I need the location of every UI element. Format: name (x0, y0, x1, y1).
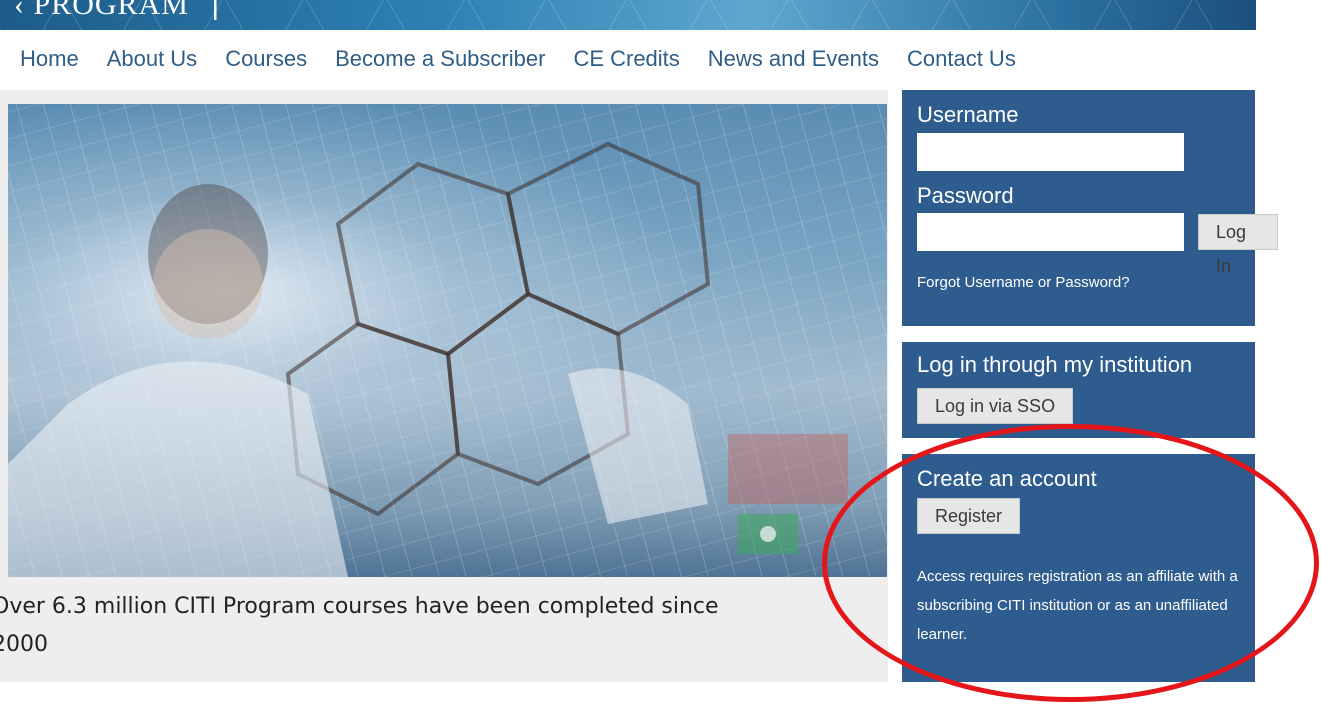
login-button[interactable]: Log In (1198, 214, 1278, 276)
hero-caption-line: 2000 (0, 632, 48, 657)
logo-mark-icon: ‹ (14, 0, 25, 21)
logo-divider: | (211, 0, 221, 21)
sso-panel: Log in through my institution Log in via… (902, 342, 1255, 438)
username-input[interactable] (917, 133, 1184, 171)
password-input[interactable] (917, 213, 1184, 251)
sso-heading: Log in through my institution (917, 352, 1193, 377)
nav-courses[interactable]: Courses (225, 44, 307, 74)
nav-ce-credits[interactable]: CE Credits (573, 44, 679, 74)
sso-login-button[interactable]: Log in via SSO (917, 388, 1074, 424)
password-label: Password (917, 183, 1014, 208)
nav-home[interactable]: Home (20, 44, 79, 74)
top-banner: ‹ PROGRAM | (0, 0, 1256, 30)
login-panel: Username Password Log In Forgot Username… (902, 90, 1278, 326)
nav-news-events[interactable]: News and Events (708, 44, 879, 74)
access-info-line: learner. (917, 626, 968, 643)
access-info-line: Access requires registration as an affil… (917, 568, 1238, 585)
nav-contact-us[interactable]: Contact Us (907, 44, 1016, 74)
access-info-line: subscribing CITI institution or as an un… (917, 597, 1228, 614)
logo-text: PROGRAM (33, 0, 189, 21)
hero-illustration (8, 141, 848, 577)
forgot-credentials-link[interactable]: Forgot Username or Password? (917, 274, 1130, 291)
username-label: Username (917, 102, 1019, 127)
nav-about-us[interactable]: About Us (107, 44, 198, 74)
register-button[interactable]: Register (917, 498, 1021, 534)
main-nav: Home About Us Courses Become a Subscribe… (20, 44, 1044, 74)
site-logo[interactable]: ‹ PROGRAM | (14, 0, 220, 22)
create-account-panel: Create an account Register Access requir… (902, 454, 1255, 682)
hero-image (8, 104, 887, 577)
nav-become-subscriber[interactable]: Become a Subscriber (335, 44, 545, 74)
hero-section: Over 6.3 million CITI Program courses ha… (0, 90, 888, 682)
access-info-text: Access requires registration as an affil… (917, 562, 1255, 649)
hero-caption: Over 6.3 million CITI Program courses ha… (0, 588, 852, 664)
create-account-heading: Create an account (917, 466, 1097, 491)
hero-caption-line: Over 6.3 million CITI Program courses ha… (0, 594, 719, 619)
